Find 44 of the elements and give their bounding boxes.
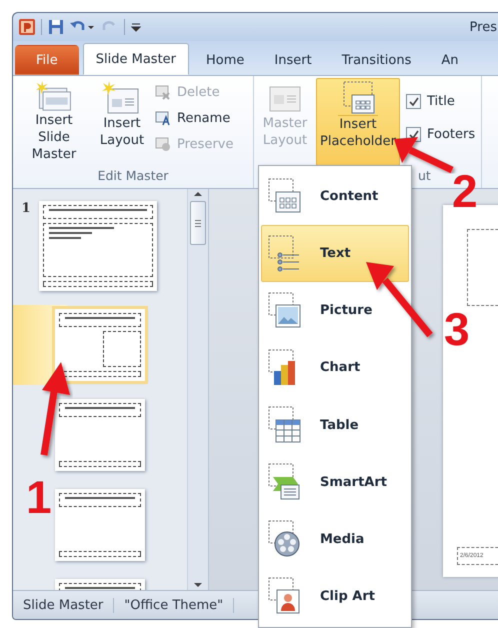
menu-item[interactable]: Table: [261, 396, 409, 454]
ribbon-tab[interactable]: Slide Master: [82, 43, 190, 75]
group-label: ut: [417, 168, 432, 185]
menu-item[interactable]: SmartArt: [261, 454, 409, 511]
file-tab[interactable]: File: [15, 45, 79, 75]
menu-item[interactable]: Text: [261, 225, 409, 282]
rename-icon: [155, 110, 171, 126]
ribbon-tab[interactable]: Transitions: [328, 45, 424, 75]
checkbox-label: Footers: [427, 127, 476, 142]
ribbon-button[interactable]: Insert Placeholder: [316, 78, 400, 166]
ribbon-button[interactable]: Insert Layout: [95, 78, 149, 166]
preserve-icon: [155, 136, 171, 152]
menu-item[interactable]: Clip Art: [261, 568, 409, 625]
ribbon-button[interactable]: Insert Slide Master: [17, 78, 91, 166]
ribbon-tab[interactable]: Home: [193, 45, 258, 75]
ribbon-tab[interactable]: An: [428, 45, 472, 75]
slide-thumbnail[interactable]: [55, 489, 145, 561]
slide-number: 1: [20, 201, 32, 216]
status-text: Slide Master: [13, 598, 114, 612]
menu-item[interactable]: Content: [261, 168, 409, 226]
placeholder-icon: [338, 81, 378, 116]
step-number: 1: [26, 474, 52, 520]
slide-delete-icon: [155, 84, 171, 100]
slide-thumbnail[interactable]: [55, 309, 145, 381]
ribbon-tab[interactable]: Insert: [261, 45, 325, 75]
new-slide-master-icon: [34, 81, 74, 112]
status-text: "Office Theme": [114, 598, 234, 612]
menu-item[interactable]: Media: [261, 510, 409, 568]
checkmark-icon: [408, 96, 418, 106]
scrollbar-thumb[interactable]: [190, 201, 206, 245]
checkbox-label: Title: [427, 94, 455, 109]
step-number: 2: [452, 168, 478, 214]
menu-item[interactable]: Chart: [261, 339, 409, 396]
menu-item[interactable]: Picture: [261, 282, 409, 340]
powerpoint-logo-icon[interactable]: [19, 19, 35, 35]
save-icon[interactable]: [48, 19, 64, 35]
checkbox[interactable]: [406, 94, 421, 109]
step-number: 3: [444, 306, 470, 352]
window-title: Pres: [470, 20, 497, 34]
slide-thumbnail[interactable]: [55, 399, 145, 471]
slide-thumbnail[interactable]: [39, 201, 157, 291]
ribbon-button[interactable]: Rename: [153, 108, 236, 128]
group-label: Edit Master: [96, 168, 170, 185]
checkmark-icon: [408, 130, 418, 140]
